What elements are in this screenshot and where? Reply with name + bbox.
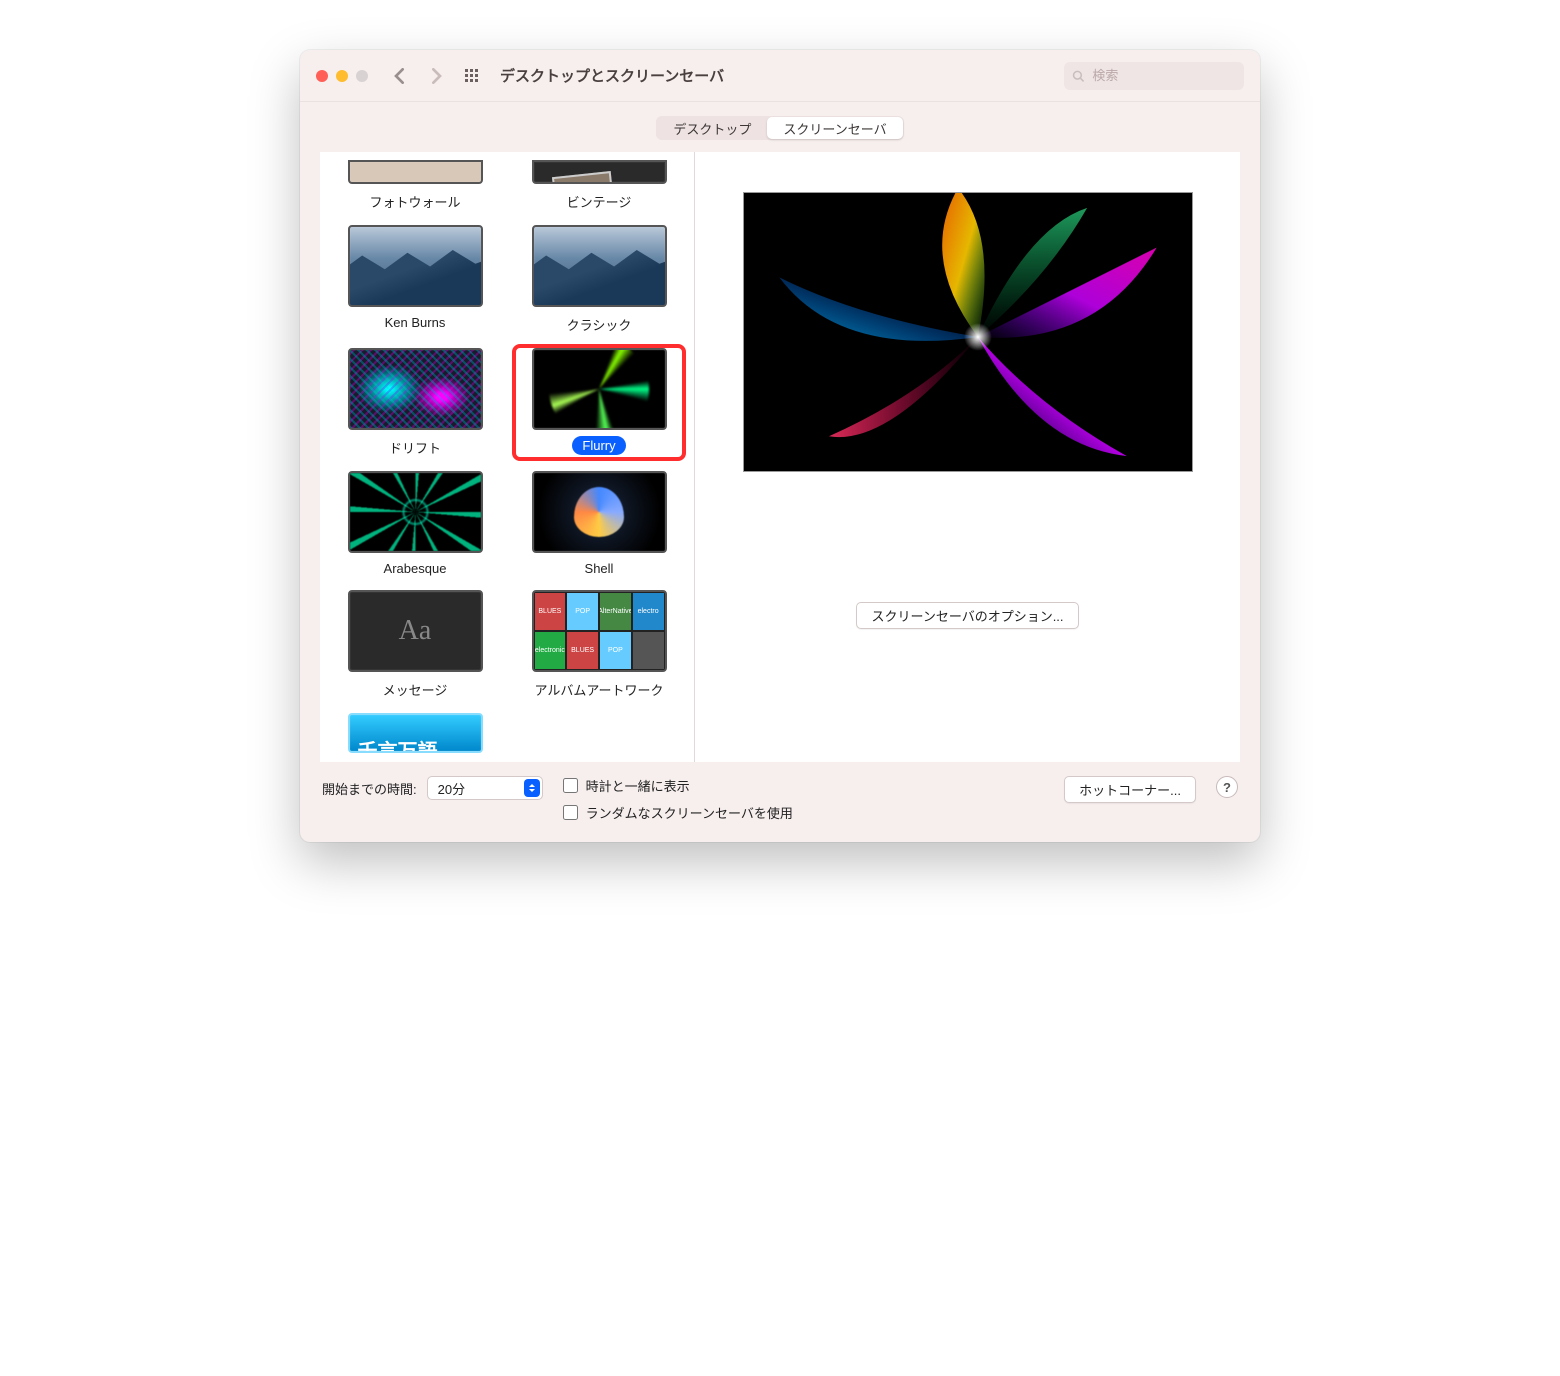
saver-label: Flurry (572, 436, 625, 455)
saver-item-shell[interactable]: Shell (512, 467, 686, 580)
content-panel: フォトウォール ビンテージ Ken Burns クラシック ドリフト (320, 152, 1240, 762)
checkbox-group: 時計と一緒に表示 ランダムなスクリーンセーバを使用 (563, 776, 1045, 822)
random-saver-label: ランダムなスクリーンセーバを使用 (586, 803, 793, 822)
thumbnail (532, 348, 667, 430)
saver-item-message[interactable]: メッセージ (328, 586, 502, 703)
minimize-button[interactable] (336, 70, 348, 82)
thumbnail (348, 590, 483, 672)
saver-item-arabesque[interactable]: Arabesque (328, 467, 502, 580)
start-after-value: 20分 (438, 779, 465, 798)
chevron-right-icon (428, 68, 444, 84)
thumbnail (348, 348, 483, 430)
search-icon (1072, 69, 1084, 83)
thumbnail (348, 225, 483, 307)
saver-item-photowall[interactable]: フォトウォール (328, 156, 502, 215)
saver-label: クラシック (557, 313, 642, 336)
saver-label: アルバムアートワーク (524, 678, 673, 701)
preview-pane: スクリーンセーバのオプション... (695, 152, 1240, 762)
start-after-label: 開始までの時間: (322, 779, 417, 798)
thumbnail: BLUESPOPAlterNativeelectro electronicBLU… (532, 590, 667, 672)
grid-icon (464, 68, 480, 84)
help-button[interactable]: ? (1216, 776, 1238, 798)
close-button[interactable] (316, 70, 328, 82)
search-field[interactable] (1064, 62, 1244, 90)
saver-item-album[interactable]: BLUESPOPAlterNativeelectro electronicBLU… (512, 586, 686, 703)
start-after-select[interactable]: 20分 (427, 776, 543, 800)
traffic-lights (316, 70, 368, 82)
screensaver-preview[interactable] (743, 192, 1193, 472)
show-all-button[interactable] (458, 62, 486, 90)
chevron-left-icon (392, 68, 408, 84)
search-input[interactable] (1090, 67, 1236, 84)
random-saver-checkbox[interactable]: ランダムなスクリーンセーバを使用 (563, 803, 1045, 822)
tab-bar: デスクトップ スクリーンセーバ (300, 102, 1260, 146)
random-saver-input[interactable] (563, 805, 578, 820)
saver-label: Arabesque (374, 559, 457, 578)
zoom-button (356, 70, 368, 82)
hot-corners-button[interactable]: ホットコーナー... (1064, 776, 1196, 803)
saver-label: Shell (575, 559, 624, 578)
forward-button (422, 62, 450, 90)
saver-label: フォトウォール (359, 190, 470, 213)
thumbnail (348, 471, 483, 553)
thumbnail (532, 160, 667, 184)
window-title: デスクトップとスクリーンセーバ (500, 65, 1056, 86)
show-clock-checkbox[interactable]: 時計と一緒に表示 (563, 776, 1045, 795)
saver-label: ドリフト (379, 436, 451, 459)
saver-label: ビンテージ (557, 190, 642, 213)
bottom-bar: 開始までの時間: 20分 時計と一緒に表示 ランダムなスクリーンセーバを使用 ホ… (300, 762, 1260, 842)
saver-label: Ken Burns (375, 313, 456, 332)
show-clock-label: 時計と一緒に表示 (586, 776, 690, 795)
saver-item-vintage[interactable]: ビンテージ (512, 156, 686, 215)
saver-item-wordoftheday[interactable] (328, 709, 502, 755)
saver-item-drift[interactable]: ドリフト (328, 344, 502, 461)
flurry-preview-art (744, 193, 1192, 471)
screensaver-options-button[interactable]: スクリーンセーバのオプション... (856, 602, 1078, 629)
thumbnail (532, 225, 667, 307)
saver-label: メッセージ (373, 678, 458, 701)
stepper-arrows-icon (524, 779, 540, 797)
titlebar: デスクトップとスクリーンセーバ (300, 50, 1260, 102)
show-clock-input[interactable] (563, 778, 578, 793)
saver-item-kenburns[interactable]: Ken Burns (328, 221, 502, 338)
tab-desktop[interactable]: デスクトップ (657, 117, 767, 139)
thumbnail (348, 160, 483, 184)
thumbnail (532, 471, 667, 553)
tab-segmented-control: デスクトップ スクリーンセーバ (656, 116, 903, 140)
start-after-control: 開始までの時間: 20分 (322, 776, 543, 800)
preferences-window: デスクトップとスクリーンセーバ デスクトップ スクリーンセーバ フォトウォール … (300, 50, 1260, 842)
tab-screensaver[interactable]: スクリーンセーバ (767, 117, 902, 139)
saver-item-flurry[interactable]: Flurry (512, 344, 686, 461)
back-button[interactable] (386, 62, 414, 90)
saver-item-classic[interactable]: クラシック (512, 221, 686, 338)
screensaver-list[interactable]: フォトウォール ビンテージ Ken Burns クラシック ドリフト (320, 152, 695, 762)
thumbnail (348, 713, 483, 753)
